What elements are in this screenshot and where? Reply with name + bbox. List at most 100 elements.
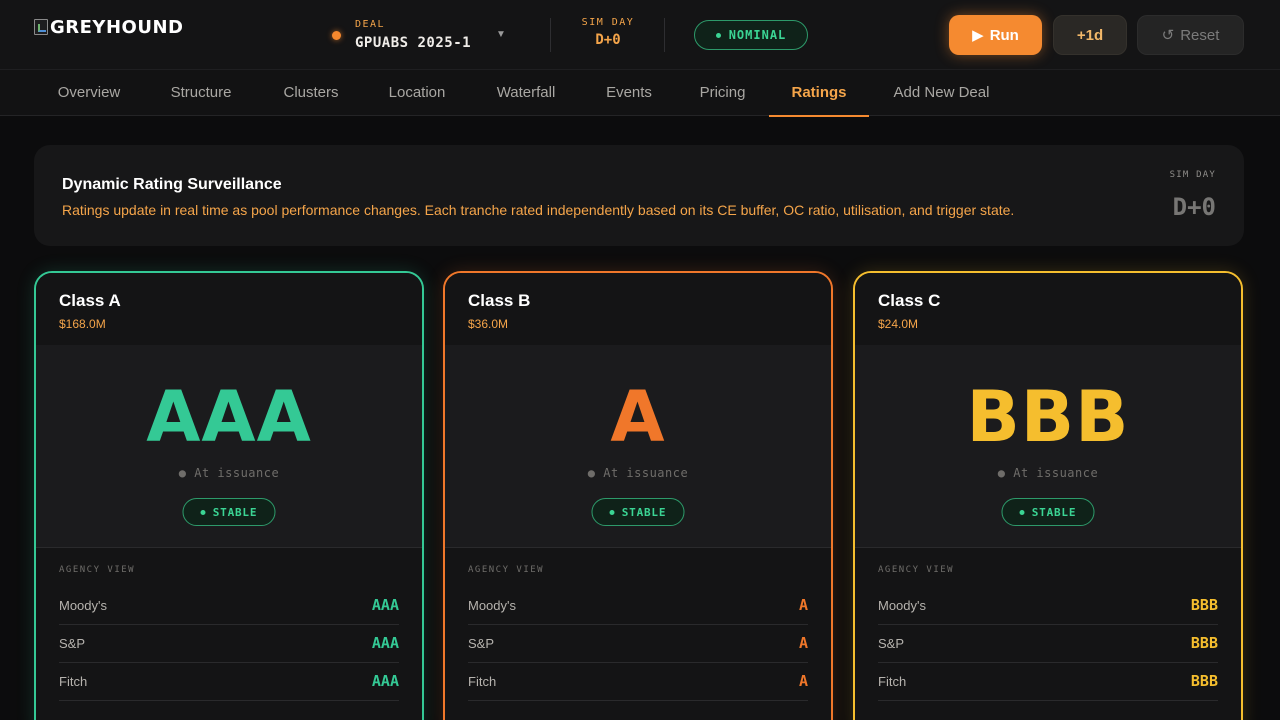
sim-day-label: SIM DAY [581,17,635,28]
broken-image-icon [34,19,48,35]
reset-icon: ↺ [1161,27,1175,44]
card-header: Class C $24.0M [855,273,1241,345]
outlook-dot-icon [200,509,206,515]
app-header: GREYHOUND DEAL GPUABS 2025-1 ▼ SIM DAY D… [0,0,1280,70]
tab-events[interactable]: Events [602,70,656,116]
header-divider [550,18,551,52]
rating-display: A ● At issuance STABLE [445,345,831,548]
card-header: Class A $168.0M [36,273,422,345]
agency-rating: AAA [371,672,399,690]
outlook-badge: STABLE [1001,498,1095,526]
run-button[interactable]: ▶ Run [949,15,1042,55]
step-day-button[interactable]: +1d [1053,15,1127,55]
agency-rating: A [798,634,808,652]
outlook-dot-icon [1019,509,1025,515]
rating-card-class-c: Class C $24.0M BBB ● At issuance STABLE … [853,271,1243,720]
banner-sim-day-label: SIM DAY [1169,170,1216,180]
sim-day-display: SIM DAY D+0 [570,17,646,48]
agency-rating: BBB [1190,596,1218,614]
agency-name: S&P [59,636,86,651]
tranche-name: Class C [878,291,941,310]
tab-bar: Overview Structure Clusters Location Wat… [0,70,1280,117]
header-divider [664,18,665,52]
tab-clusters[interactable]: Clusters [279,70,343,116]
rating-display: BBB ● At issuance STABLE [855,345,1241,548]
rating-note: ● At issuance [178,466,280,480]
current-rating: BBB [966,376,1130,458]
agency-name: S&P [468,636,495,651]
agency-row-fitch: Fitch BBB [878,663,1218,701]
agency-name: Moody's [59,598,108,613]
agency-name: Fitch [59,674,88,689]
agency-row-moodys: Moody's BBB [878,587,1218,625]
current-rating: A [610,376,666,458]
chevron-down-icon: ▼ [496,29,506,40]
surveillance-banner: Dynamic Rating Surveillance Ratings upda… [34,145,1244,246]
agency-name: S&P [878,636,905,651]
tranche-name: Class B [468,291,531,310]
play-icon: ▶ [972,27,984,44]
tranche-amount: $36.0M [468,317,509,331]
agency-rating: BBB [1190,634,1218,652]
banner-sim-day-value: D+0 [1172,193,1216,221]
status-text: NOMINAL [728,28,787,42]
tranche-amount: $24.0M [878,317,919,331]
agency-rating: BBB [1190,672,1218,690]
agency-view-label: AGENCY VIEW [59,565,136,575]
tab-waterfall[interactable]: Waterfall [491,70,561,116]
tab-add-new-deal[interactable]: Add New Deal [890,70,993,116]
tab-ratings[interactable]: Ratings [769,70,869,117]
run-button-label: Run [989,26,1019,44]
outlook-badge: STABLE [182,498,276,526]
agency-rating: AAA [371,596,399,614]
step-day-label: +1d [1076,26,1104,44]
deal-selector[interactable]: DEAL GPUABS 2025-1 ▼ [330,17,508,55]
agency-name: Fitch [878,674,907,689]
agency-row-fitch: Fitch AAA [59,663,399,701]
deal-label: DEAL [355,19,386,30]
banner-description: Ratings update in real time as pool perf… [62,202,1015,218]
agency-name: Fitch [468,674,497,689]
agency-row-sp: S&P AAA [59,625,399,663]
outlook-text: STABLE [212,505,258,519]
outlook-text: STABLE [621,505,667,519]
agency-row-sp: S&P A [468,625,808,663]
logo[interactable]: GREYHOUND [34,16,183,38]
tranche-amount: $168.0M [59,317,106,331]
rating-display: AAA ● At issuance STABLE [36,345,422,548]
agency-row-moodys: Moody's AAA [59,587,399,625]
tab-location[interactable]: Location [383,70,451,116]
agency-rating: A [798,672,808,690]
rating-note: ● At issuance [997,466,1099,480]
status-dot-icon [715,32,721,38]
agency-rating: A [798,596,808,614]
rating-card-class-a: Class A $168.0M AAA ● At issuance STABLE… [34,271,424,720]
agency-view-label: AGENCY VIEW [468,565,545,575]
agency-row-fitch: Fitch A [468,663,808,701]
agency-name: Moody's [468,598,517,613]
card-header: Class B $36.0M [445,273,831,345]
logo-text: GREYHOUND [50,16,184,38]
rating-card-class-b: Class B $36.0M A ● At issuance STABLE AG… [443,271,833,720]
tranche-name: Class A [59,291,121,310]
deal-value: GPUABS 2025-1 [355,35,472,51]
tab-structure[interactable]: Structure [164,70,238,116]
agency-row-moodys: Moody's A [468,587,808,625]
agency-row-sp: S&P BBB [878,625,1218,663]
outlook-badge: STABLE [591,498,685,526]
outlook-text: STABLE [1031,505,1077,519]
banner-title: Dynamic Rating Surveillance [62,176,282,193]
current-rating: AAA [146,376,312,458]
reset-button-label: Reset [1180,26,1220,44]
outlook-dot-icon [609,509,615,515]
sim-day-value: D+0 [595,32,621,48]
status-badge: NOMINAL [694,20,808,50]
rating-note: ● At issuance [587,466,689,480]
deal-status-dot [332,31,341,40]
agency-view-label: AGENCY VIEW [878,565,955,575]
tab-overview[interactable]: Overview [54,70,124,116]
agency-rating: AAA [371,634,399,652]
reset-button[interactable]: ↺ Reset [1137,15,1244,55]
agency-name: Moody's [878,598,927,613]
tab-pricing[interactable]: Pricing [695,70,750,116]
